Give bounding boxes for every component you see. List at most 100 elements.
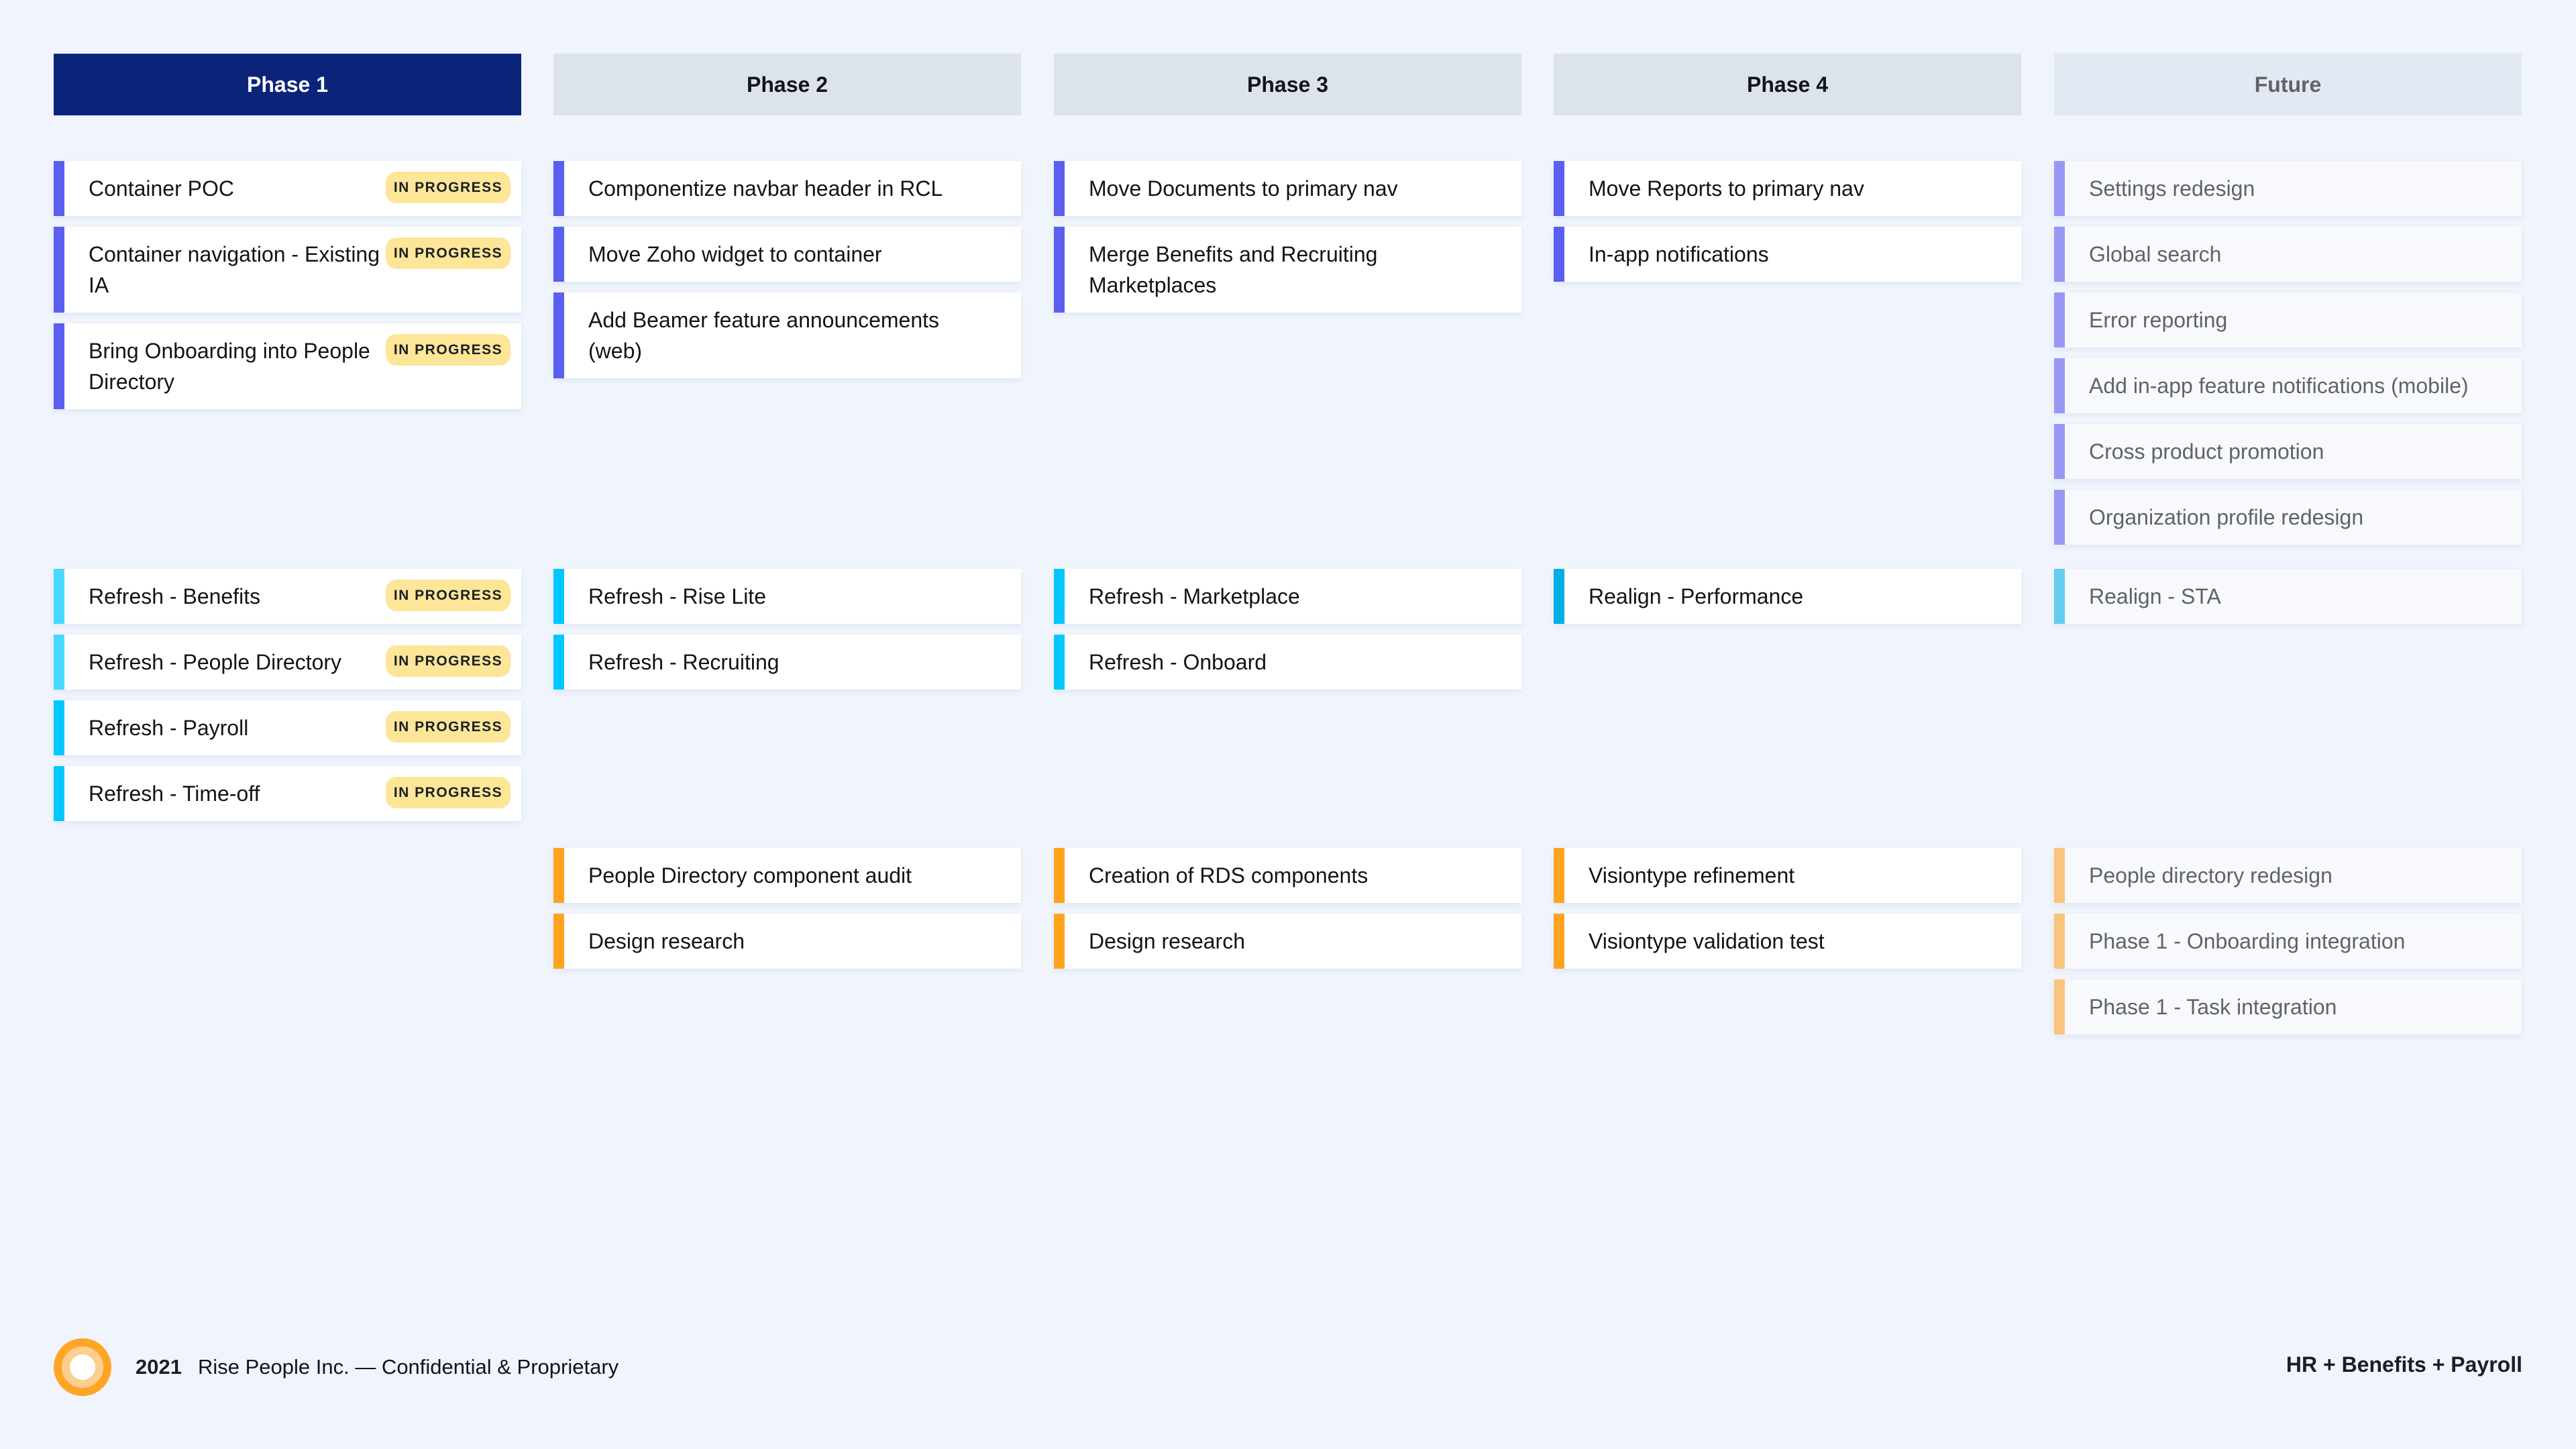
roadmap-card[interactable]: Move Zoho widget to container xyxy=(553,227,1021,282)
card-accent-bar xyxy=(2054,979,2065,1034)
roadmap-card[interactable]: Phase 1 - Task integration xyxy=(2054,979,2522,1034)
footer-year: 2021 xyxy=(136,1355,182,1379)
roadmap-card[interactable]: Refresh - Recruiting xyxy=(553,635,1021,690)
roadmap-card[interactable]: Add in-app feature notifications (mobile… xyxy=(2054,358,2522,413)
card-title: Container POC xyxy=(89,176,234,201)
group-refresh: Refresh - Benefits IN PROGRESS Refresh - P… xyxy=(54,569,521,821)
card-accent-bar xyxy=(1554,227,1564,282)
status-badge: IN PROGRESS xyxy=(386,711,511,743)
group-platform: Settings redesign Global search Error repo… xyxy=(2054,161,2522,545)
roadmap-card[interactable]: Phase 1 - Onboarding integration xyxy=(2054,914,2522,969)
card-title: Settings redesign xyxy=(2089,176,2255,201)
roadmap-card[interactable]: Organization profile redesign xyxy=(2054,490,2522,545)
card-title: Componentize navbar header in RCL xyxy=(588,176,943,201)
card-title: Add Beamer feature announcements (web) xyxy=(588,308,939,363)
card-title: Refresh - Time-off xyxy=(89,782,260,806)
card-title: Global search xyxy=(2089,242,2222,266)
roadmap-card[interactable]: Refresh - People Directory IN PROGRESS xyxy=(54,635,521,690)
roadmap-card[interactable]: Move Reports to primary nav xyxy=(1554,161,2021,216)
card-title: In-app notifications xyxy=(1589,242,1769,266)
card-title: Error reporting xyxy=(2089,308,2228,332)
roadmap-card[interactable]: Realign - Performance xyxy=(1554,569,2021,624)
roadmap-card[interactable]: Visiontype refinement xyxy=(1554,848,2021,903)
rise-logo-icon xyxy=(54,1338,111,1396)
group-platform: Move Documents to primary nav Merge Benef… xyxy=(1054,161,1521,313)
card-accent-bar xyxy=(1554,161,1564,216)
roadmap-card[interactable]: Add Beamer feature announcements (web) xyxy=(553,292,1021,378)
group-refresh: Refresh - Marketplace Refresh - Onboard xyxy=(1054,569,1521,690)
roadmap-card[interactable]: Refresh - Payroll IN PROGRESS xyxy=(54,700,521,755)
card-title: Realign - STA xyxy=(2089,584,2221,608)
status-badge: IN PROGRESS xyxy=(386,645,511,677)
roadmap-card[interactable]: Refresh - Marketplace xyxy=(1054,569,1521,624)
card-accent-bar xyxy=(1054,569,1065,624)
card-accent-bar xyxy=(2054,161,2065,216)
roadmap-card[interactable]: Refresh - Rise Lite xyxy=(553,569,1021,624)
card-accent-bar xyxy=(2054,292,2065,347)
roadmap-card[interactable]: People Directory component audit xyxy=(553,848,1021,903)
roadmap-card[interactable]: Design research xyxy=(1054,914,1521,969)
group-research: Visiontype refinement Visiontype validati… xyxy=(1554,848,2021,969)
card-title: Visiontype validation test xyxy=(1589,929,1825,953)
card-title: Refresh - Recruiting xyxy=(588,650,780,674)
card-accent-bar xyxy=(1054,635,1065,690)
card-accent-bar xyxy=(54,227,64,313)
column-header-phase-2[interactable]: Phase 2 xyxy=(553,54,1021,115)
card-title: Phase 1 - Task integration xyxy=(2089,995,2337,1019)
card-accent-bar xyxy=(1554,569,1564,624)
card-accent-bar xyxy=(54,635,64,690)
roadmap-card[interactable]: Refresh - Onboard xyxy=(1054,635,1521,690)
card-accent-bar xyxy=(2054,914,2065,969)
roadmap-card[interactable]: Design research xyxy=(553,914,1021,969)
card-accent-bar xyxy=(54,700,64,755)
roadmap-card[interactable]: Refresh - Benefits IN PROGRESS xyxy=(54,569,521,624)
card-accent-bar xyxy=(2054,358,2065,413)
roadmap-card[interactable]: Visiontype validation test xyxy=(1554,914,2021,969)
column-header-future[interactable]: Future xyxy=(2054,54,2522,115)
column-header-phase-3[interactable]: Phase 3 xyxy=(1054,54,1521,115)
card-accent-bar xyxy=(553,161,564,216)
column-phase-1: Phase 1 Container POC IN PROGRESS Containe… xyxy=(54,54,521,821)
roadmap-card[interactable]: Realign - STA xyxy=(2054,569,2522,624)
roadmap-card[interactable]: Container navigation - Existing IA IN PRO… xyxy=(54,227,521,313)
card-title: Move Documents to primary nav xyxy=(1089,176,1398,201)
roadmap-card[interactable]: Global search xyxy=(2054,227,2522,282)
card-accent-bar xyxy=(54,766,64,821)
card-title: Refresh - Rise Lite xyxy=(588,584,766,608)
card-title: Organization profile redesign xyxy=(2089,505,2364,529)
roadmap-card[interactable]: Refresh - Time-off IN PROGRESS xyxy=(54,766,521,821)
card-accent-bar xyxy=(2054,227,2065,282)
status-badge: IN PROGRESS xyxy=(386,237,511,269)
column-header-phase-1[interactable]: Phase 1 xyxy=(54,54,521,115)
roadmap-card[interactable]: Move Documents to primary nav xyxy=(1054,161,1521,216)
roadmap-card[interactable]: Container POC IN PROGRESS xyxy=(54,161,521,216)
roadmap-card[interactable]: In-app notifications xyxy=(1554,227,2021,282)
column-phase-2: Phase 2 Componentize navbar header in RC… xyxy=(553,54,1021,969)
roadmap-card[interactable]: Bring Onboarding into People Directory IN… xyxy=(54,323,521,409)
footer-left: 2021 Rise People Inc. — Confidential & P… xyxy=(54,1338,619,1396)
roadmap-card[interactable]: Creation of RDS components xyxy=(1054,848,1521,903)
roadmap-card[interactable]: People directory redesign xyxy=(2054,848,2522,903)
roadmap-card[interactable]: Error reporting xyxy=(2054,292,2522,347)
card-accent-bar xyxy=(553,635,564,690)
card-title: Move Reports to primary nav xyxy=(1589,176,1864,201)
roadmap-card[interactable]: Componentize navbar header in RCL xyxy=(553,161,1021,216)
card-accent-bar xyxy=(553,914,564,969)
card-accent-bar xyxy=(1554,848,1564,903)
card-title: Refresh - Payroll xyxy=(89,716,249,740)
card-accent-bar xyxy=(2054,424,2065,479)
footer-company: Rise People Inc. — Confidential & Propri… xyxy=(197,1355,619,1379)
roadmap-card[interactable]: Settings redesign xyxy=(2054,161,2522,216)
roadmap-card[interactable]: Cross product promotion xyxy=(2054,424,2522,479)
group-research: People Directory component audit Design r… xyxy=(553,848,1021,969)
card-accent-bar xyxy=(553,848,564,903)
card-accent-bar xyxy=(2054,569,2065,624)
card-title: People directory redesign xyxy=(2089,863,2332,888)
roadmap-card[interactable]: Merge Benefits and Recruiting Marketplac… xyxy=(1054,227,1521,313)
card-accent-bar xyxy=(1054,161,1065,216)
column-header-phase-4[interactable]: Phase 4 xyxy=(1554,54,2021,115)
footer-tagline: HR + Benefits + Payroll xyxy=(2286,1352,2522,1377)
card-accent-bar xyxy=(1054,227,1065,313)
card-accent-bar xyxy=(2054,848,2065,903)
card-accent-bar xyxy=(1554,914,1564,969)
